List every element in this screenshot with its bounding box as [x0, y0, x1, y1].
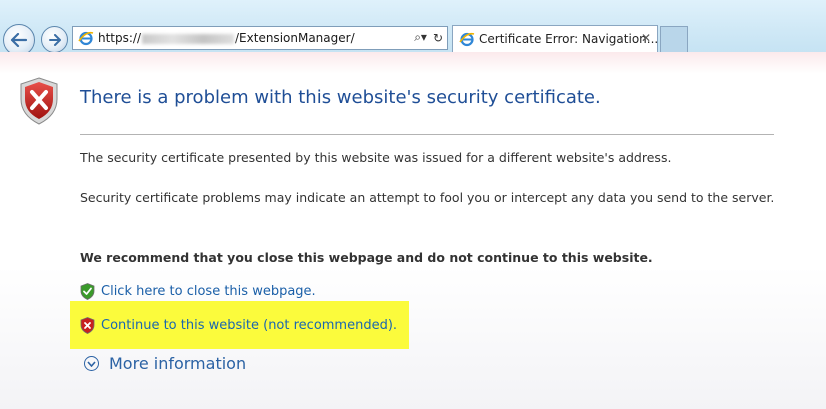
paragraph-security-warning: Security certificate problems may indica…: [80, 190, 775, 205]
ie-page-icon: [78, 31, 94, 46]
close-webpage-link[interactable]: Click here to close this webpage.: [80, 283, 316, 300]
ie-tab-icon: [459, 32, 475, 47]
close-webpage-link-text: Click here to close this webpage.: [101, 284, 316, 299]
tab-certificate-error[interactable]: Certificate Error: Navigation... ✕: [452, 25, 658, 52]
new-tab-button[interactable]: [660, 26, 688, 52]
continue-to-website-link[interactable]: Continue to this website (not recommende…: [80, 317, 397, 334]
forward-button[interactable]: [41, 26, 68, 53]
browser-toolbar: https:// /ExtensionManager/ ⌕▾ ↻ Certific…: [0, 0, 826, 56]
refresh-button[interactable]: ↻: [433, 31, 443, 45]
redacted-host: [142, 33, 235, 44]
red-shield-x-small-icon: [80, 317, 95, 334]
close-tab-icon[interactable]: ✕: [641, 31, 651, 45]
divider: [80, 134, 774, 135]
forward-arrow-icon: [48, 33, 61, 46]
red-shield-x-icon: [20, 77, 58, 125]
certificate-error-page: There is a problem with this website's s…: [0, 52, 826, 409]
recommendation-text: We recommend that you close this webpage…: [80, 250, 653, 265]
tab-title: Certificate Error: Navigation...: [479, 32, 657, 46]
address-path: /ExtensionManager/: [235, 31, 355, 45]
back-arrow-icon: [10, 33, 28, 47]
address-prefix: https://: [98, 31, 142, 45]
address-text: https:// /ExtensionManager/: [98, 31, 355, 45]
green-shield-check-icon: [80, 283, 95, 300]
more-information-text: More information: [109, 354, 247, 373]
search-dropdown-button[interactable]: ⌕▾: [414, 30, 427, 45]
more-information-toggle[interactable]: More information: [84, 354, 246, 373]
paragraph-address-mismatch: The security certificate presented by th…: [80, 150, 672, 165]
page-title: There is a problem with this website's s…: [80, 87, 601, 108]
address-bar[interactable]: https:// /ExtensionManager/ ⌕▾ ↻: [72, 26, 448, 50]
chevron-down-circle-icon: [84, 356, 99, 371]
address-tools: ⌕▾ ↻: [414, 30, 443, 45]
continue-link-text: Continue to this website (not recommende…: [101, 318, 398, 333]
